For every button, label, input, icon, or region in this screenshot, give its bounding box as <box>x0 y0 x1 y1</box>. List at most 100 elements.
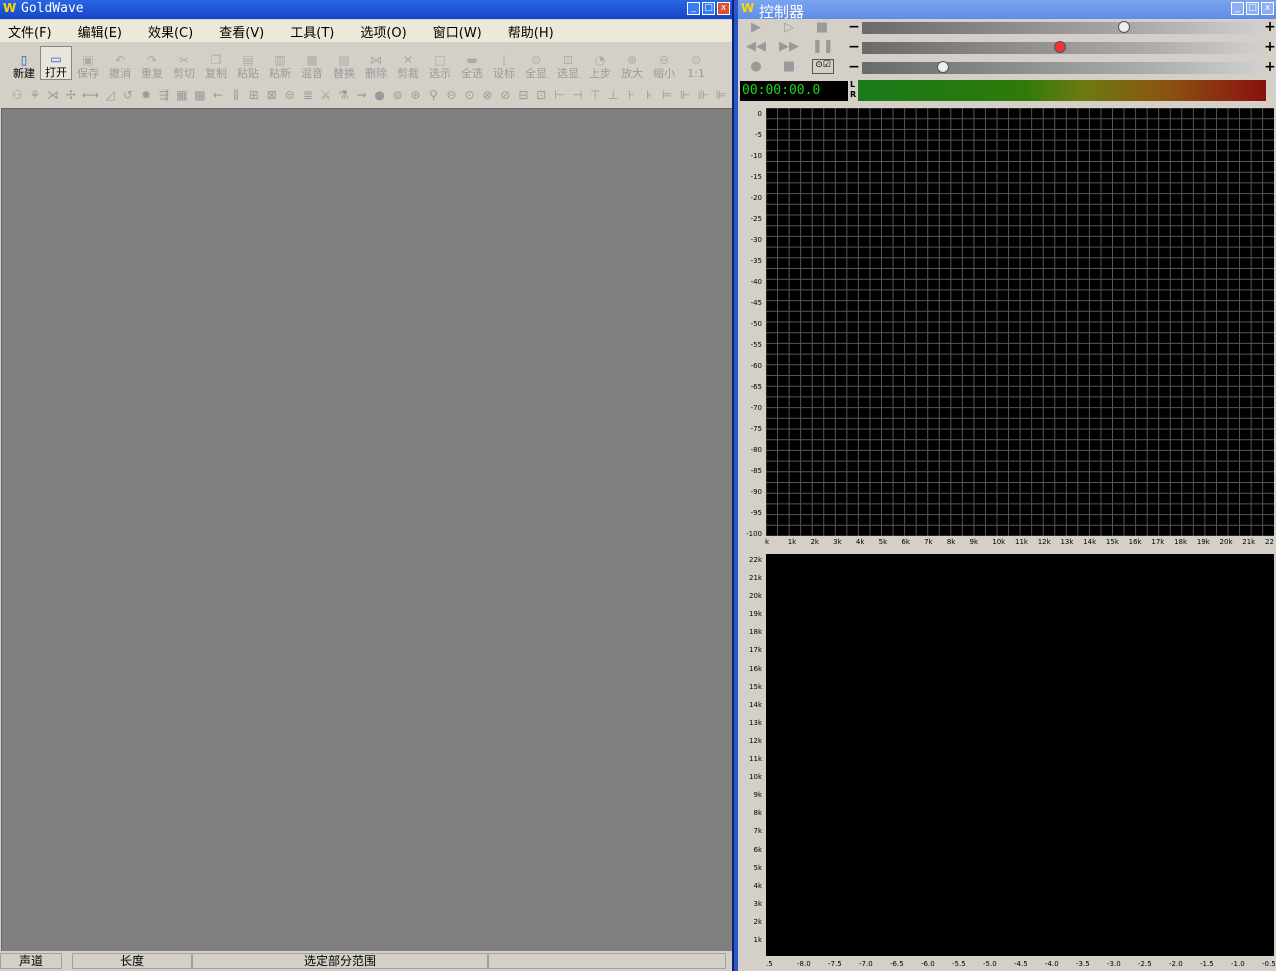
volume-slider[interactable]: − + <box>848 20 1276 36</box>
speed-slider[interactable]: − + <box>848 60 1276 76</box>
toolbar-button-view-selection[interactable]: ⊡ 选显 <box>552 46 584 80</box>
record-icon[interactable]: ● <box>746 59 766 74</box>
maximize-button[interactable]: □ <box>702 2 715 15</box>
toolbar-button-save[interactable]: ▣ 保存 <box>72 46 104 80</box>
effect-tool-icon[interactable]: ⚲ <box>427 88 441 102</box>
toolbar-button-paste[interactable]: ▤ 粘贴 <box>232 46 264 80</box>
toolbar-button-select-all[interactable]: ▬ 全选 <box>456 46 488 80</box>
menu-effects[interactable]: 效果(C) <box>148 22 193 41</box>
volume-minus-icon[interactable]: − <box>848 20 860 35</box>
spectrogram-panel[interactable]: 22k 21k 20k 19k 18k 17k 16k 15k 14k 13k 12k 11k 10k 9… <box>740 552 1276 971</box>
stop-icon[interactable]: ■ <box>812 20 832 35</box>
toolbar-button-view-all[interactable]: ⊙ 全显 <box>520 46 552 80</box>
effect-tool-icon[interactable]: ▩ <box>193 88 207 102</box>
play-selection-icon[interactable]: ▷ <box>779 20 799 35</box>
toolbar-button-zoom-out[interactable]: ⊖ 缩小 <box>648 46 680 80</box>
toolbar-button-redo[interactable]: ↷ 重复 <box>136 46 168 80</box>
menu-help[interactable]: 帮助(H) <box>508 22 554 41</box>
effect-tool-icon[interactable]: ⊥ <box>606 88 620 102</box>
toolbar-button-delete[interactable]: ⋈ 删除 <box>360 46 392 80</box>
spectrum-graph[interactable] <box>766 108 1274 536</box>
toolbar-button-open-folder[interactable]: ▭ 打开 <box>40 46 72 80</box>
effect-tool-icon[interactable]: ⊤ <box>588 88 602 102</box>
effect-tool-icon[interactable]: ⚘ <box>28 88 42 102</box>
toolbar-button-trim[interactable]: ✕ 剪裁 <box>392 46 424 80</box>
menu-edit[interactable]: 编辑(E) <box>78 22 122 41</box>
effect-tool-icon[interactable]: ↺ <box>121 88 135 102</box>
controller-title-bar[interactable]: W 控制器 _ □ x <box>738 0 1276 21</box>
effect-tool-icon[interactable]: ✢ <box>64 88 78 102</box>
toolbar-button-select-view[interactable]: □ 选示 <box>424 46 456 80</box>
toolbar-button-new-file[interactable]: ▯ 新建 <box>8 46 40 80</box>
effect-tool-icon[interactable]: ⚗ <box>337 88 351 102</box>
fast-forward-icon[interactable]: ▶▶ <box>779 39 799 54</box>
effect-tool-icon[interactable]: ⊛ <box>409 88 423 102</box>
volume-plus-icon[interactable]: + <box>1264 20 1276 35</box>
effect-tool-icon[interactable]: ⊫ <box>714 88 728 102</box>
effect-tool-icon[interactable]: ⋊ <box>46 88 60 102</box>
menu-tools[interactable]: 工具(T) <box>290 22 334 41</box>
effect-tool-icon[interactable]: ⊟ <box>516 88 530 102</box>
controller-maximize-button[interactable]: □ <box>1246 2 1259 15</box>
menu-file[interactable]: 文件(F) <box>8 22 52 41</box>
speed-plus-icon[interactable]: + <box>1264 60 1276 75</box>
pause-icon[interactable]: ❚❚ <box>812 39 834 54</box>
effect-tool-icon[interactable]: ⊗ <box>480 88 494 102</box>
main-title-bar[interactable]: W GoldWave _ □ x <box>0 0 732 19</box>
effect-tool-icon[interactable]: ⊚ <box>391 88 405 102</box>
effect-tool-icon[interactable]: ⊡ <box>534 88 548 102</box>
menu-view[interactable]: 查看(V) <box>219 22 264 41</box>
effect-tool-icon[interactable]: ⊝ <box>444 88 458 102</box>
effect-tool-icon[interactable]: ⟷ <box>82 88 99 102</box>
menu-options[interactable]: 选项(O) <box>360 22 406 41</box>
toolbar-button-zoom-in[interactable]: ⊕ 放大 <box>616 46 648 80</box>
toolbar-button-cut[interactable]: ✂ 剪切 <box>168 46 200 80</box>
effect-tool-icon[interactable]: ⊠ <box>265 88 279 102</box>
effect-tool-icon[interactable]: ⊣ <box>570 88 584 102</box>
volume-slider-knob[interactable] <box>1117 21 1130 33</box>
toolbar-button-replace[interactable]: ▧ 替换 <box>328 46 360 80</box>
toolbar-button-previous-step[interactable]: ◔ 上步 <box>584 46 616 80</box>
effect-tool-icon[interactable]: ⊩ <box>678 88 692 102</box>
menu-window[interactable]: 窗口(W) <box>433 22 482 41</box>
speed-minus-icon[interactable]: − <box>848 60 860 75</box>
effect-tool-icon[interactable]: ⇶ <box>157 88 171 102</box>
spectrogram-graph[interactable] <box>766 554 1274 956</box>
document-workspace[interactable] <box>1 108 732 951</box>
effect-tool-icon[interactable]: ⊨ <box>660 88 674 102</box>
rewind-icon[interactable]: ◀◀ <box>746 39 766 54</box>
effect-tool-icon[interactable]: ← <box>211 88 225 102</box>
play-icon[interactable]: ▶ <box>746 20 766 35</box>
effect-tool-icon[interactable]: ≣ <box>301 88 315 102</box>
balance-slider-knob[interactable] <box>1053 41 1066 53</box>
effect-tool-icon[interactable]: ⊘ <box>498 88 512 102</box>
balance-slider[interactable]: − + <box>848 40 1276 56</box>
toolbar-button-paste-new[interactable]: ▥ 粘新 <box>264 46 296 80</box>
effect-tool-icon[interactable]: ⚔ <box>319 88 333 102</box>
toolbar-button-zoom-reset[interactable]: ⊙ 1:1 <box>680 46 712 80</box>
minimize-button[interactable]: _ <box>687 2 700 15</box>
spectrum-panel[interactable]: 0 -5 -10 -15 -20 -25 -30 -35 -40 -45 -50 -55 -60 -65 -… <box>740 104 1276 548</box>
balance-minus-icon[interactable]: − <box>848 40 860 55</box>
toolbar-button-undo[interactable]: ↶ 撤消 <box>104 46 136 80</box>
effect-tool-icon[interactable]: ⊜ <box>283 88 297 102</box>
balance-plus-icon[interactable]: + <box>1264 40 1276 55</box>
effect-tool-icon[interactable]: ⊪ <box>696 88 710 102</box>
effect-tool-icon[interactable]: ⊦ <box>624 88 638 102</box>
controller-minimize-button[interactable]: _ <box>1231 2 1244 15</box>
effect-tool-icon[interactable]: ▦ <box>175 88 189 102</box>
close-button[interactable]: x <box>717 2 730 15</box>
effect-tool-icon[interactable]: ⊢ <box>552 88 566 102</box>
effect-tool-icon[interactable]: ● <box>373 88 387 102</box>
effect-tool-icon[interactable]: ✹ <box>139 88 153 102</box>
controller-close-button[interactable]: x <box>1261 2 1274 15</box>
monitor-toggle-icon[interactable]: ⊙☑ <box>812 59 834 74</box>
toolbar-button-mix[interactable]: ▦ 混音 <box>296 46 328 80</box>
record-stop-icon[interactable]: ■ <box>779 59 799 74</box>
toolbar-button-copy[interactable]: ❐ 复制 <box>200 46 232 80</box>
effect-tool-icon[interactable]: ⫼ <box>229 88 243 103</box>
effect-tool-icon[interactable]: ⇝ <box>355 88 369 102</box>
toolbar-button-set-marker[interactable]: ¦ 设标 <box>488 46 520 80</box>
effect-tool-icon[interactable]: ⊧ <box>642 88 656 102</box>
effect-tool-icon[interactable]: ⊞ <box>247 88 261 102</box>
